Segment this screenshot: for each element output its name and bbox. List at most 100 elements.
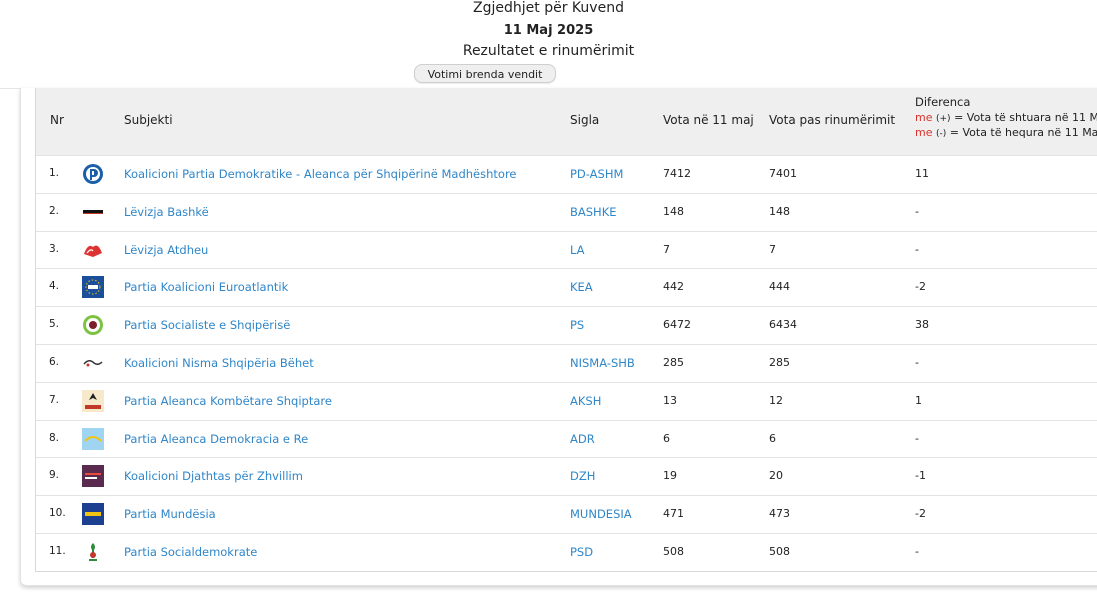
table-row: 4. Partia Koalicioni Euroatlantik KEA 442 44… bbox=[36, 268, 1097, 306]
column-header-subjekti: Subjekti bbox=[124, 113, 173, 127]
kea-logo-icon bbox=[82, 276, 104, 299]
votes-after-recount: 473 bbox=[769, 507, 790, 521]
vote-difference: - bbox=[915, 356, 919, 369]
votes-after-recount: 6 bbox=[769, 431, 776, 445]
election-title: Zgjedhjet për Kuvend bbox=[473, 0, 624, 16]
row-number: 4. bbox=[49, 280, 60, 293]
votes-after-recount: 7 bbox=[769, 242, 776, 256]
legend-added-sign: (+) bbox=[935, 114, 951, 124]
table-row: 5. Partia Socialiste e Shqipërisë PS 6472 64… bbox=[36, 306, 1097, 344]
table-row: 6. Koalicioni Nisma Shqipëria Bëhet NISMA-… bbox=[36, 344, 1097, 382]
votes-after-recount: 285 bbox=[769, 356, 790, 369]
party-acronym-link[interactable]: DZH bbox=[570, 469, 595, 483]
vote-difference: -2 bbox=[915, 507, 926, 521]
party-name-link[interactable]: Koalicioni Partia Demokratike - Aleanca … bbox=[124, 167, 517, 181]
vote-difference: 38 bbox=[915, 318, 929, 332]
row-number: 6. bbox=[49, 356, 60, 368]
party-acronym-link[interactable]: ADR bbox=[570, 432, 595, 446]
party-acronym-link[interactable]: LA bbox=[570, 243, 585, 257]
party-name-link[interactable]: Partia Aleanca Demokracia e Re bbox=[124, 432, 308, 446]
votes-after-recount: 7401 bbox=[769, 167, 797, 180]
ps-logo-icon bbox=[82, 314, 104, 336]
column-header-nr: Nr bbox=[50, 113, 64, 127]
votes-may-11: 285 bbox=[663, 356, 684, 369]
votes-may-11: 19 bbox=[663, 469, 677, 483]
party-name-link[interactable]: Koalicioni Nisma Shqipëria Bëhet bbox=[124, 356, 314, 370]
table-row: 1. Koalicioni Partia Demokratike - Aleanc… bbox=[36, 155, 1097, 193]
votes-after-recount: 20 bbox=[769, 469, 783, 483]
table-row: 11. Partia Socialdemokrate PSD 508 508 - bbox=[36, 533, 1097, 571]
legend-added-prefix: me bbox=[915, 111, 933, 124]
vote-difference: - bbox=[915, 204, 919, 218]
page-header: Zgjedhjet për Kuvend 11 Maj 2025 Rezulta… bbox=[0, 0, 1097, 89]
table-row: 9. Koalicioni Djathtas për Zhvillim DZH 19 2… bbox=[36, 457, 1097, 495]
vote-difference: 11 bbox=[915, 167, 929, 180]
votes-after-recount: 12 bbox=[769, 393, 783, 407]
party-name-link[interactable]: Lëvizja Atdheu bbox=[124, 243, 208, 257]
column-header-sigla: Sigla bbox=[570, 113, 600, 127]
party-name-link[interactable]: Partia Socialdemokrate bbox=[124, 545, 257, 559]
la-logo-icon bbox=[82, 239, 104, 261]
results-table: Nr Subjekti Sigla Vota në 11 maj Vota pa… bbox=[35, 88, 1097, 572]
legend-added-text: = Vota të shtuara në 11 Maj bbox=[954, 111, 1097, 124]
votes-may-11: 442 bbox=[663, 280, 684, 294]
legend-removed-prefix: me bbox=[915, 126, 933, 139]
vote-difference: - bbox=[915, 242, 919, 256]
votes-after-recount: 6434 bbox=[769, 318, 797, 332]
votes-after-recount: 444 bbox=[769, 280, 790, 294]
votes-may-11: 471 bbox=[663, 507, 684, 521]
vote-difference: - bbox=[915, 545, 919, 558]
results-card: Nr Subjekti Sigla Vota në 11 maj Vota pa… bbox=[20, 88, 1097, 586]
party-name-link[interactable]: Koalicioni Djathtas për Zhvillim bbox=[124, 469, 303, 483]
votes-may-11: 6472 bbox=[663, 318, 691, 332]
party-acronym-link[interactable]: NISMA-SHB bbox=[570, 356, 635, 370]
party-name-link[interactable]: Partia Mundësia bbox=[124, 507, 216, 521]
election-date: 11 Maj 2025 bbox=[503, 23, 594, 38]
column-header-vota-pas-rinumerimit: Vota pas rinumërimit bbox=[769, 113, 896, 127]
votes-may-11: 13 bbox=[663, 393, 677, 407]
vote-difference: -1 bbox=[915, 469, 926, 483]
votes-may-11: 148 bbox=[663, 204, 684, 218]
nisma-logo-icon bbox=[82, 352, 104, 374]
row-number: 5. bbox=[49, 318, 60, 331]
party-acronym-link[interactable]: AKSH bbox=[570, 394, 601, 408]
party-name-link[interactable]: Partia Koalicioni Euroatlantik bbox=[124, 280, 288, 294]
table-row: 7. Partia Aleanca Kombëtare Shqiptare AKSH… bbox=[36, 381, 1097, 420]
party-name-link[interactable]: Partia Socialiste e Shqipërisë bbox=[124, 318, 290, 332]
results-subtitle: Rezultatet e rinumërimit bbox=[462, 43, 635, 59]
votes-after-recount: 148 bbox=[769, 204, 790, 218]
column-header-vota-11-maj: Vota në 11 maj bbox=[663, 113, 754, 127]
legend-removed-text: = Vota të hequra në 11 Maj 2025 bbox=[949, 126, 1097, 139]
legend-added: me (+) = Vota të shtuara në 11 Maj bbox=[915, 111, 1097, 124]
party-acronym-link[interactable]: PSD bbox=[570, 545, 593, 559]
row-number: 11. bbox=[49, 545, 66, 557]
pd-logo-icon bbox=[82, 163, 104, 185]
psd-logo-icon bbox=[82, 541, 104, 563]
party-acronym-link[interactable]: PS bbox=[570, 318, 584, 332]
aksh-logo-icon bbox=[82, 389, 104, 412]
votes-may-11: 7412 bbox=[663, 167, 691, 180]
row-number: 10. bbox=[49, 507, 66, 520]
row-number: 8. bbox=[49, 431, 60, 444]
party-acronym-link[interactable]: KEA bbox=[570, 280, 593, 294]
adr-logo-icon bbox=[82, 427, 104, 450]
party-acronym-link[interactable]: PD-ASHM bbox=[570, 167, 623, 181]
bashke-logo-icon bbox=[82, 201, 104, 223]
party-name-link[interactable]: Partia Aleanca Kombëtare Shqiptare bbox=[124, 394, 332, 408]
legend-removed-sign: (-) bbox=[935, 129, 947, 139]
table-row: 3. Lëvizja Atdheu LA 7 7 - bbox=[36, 230, 1097, 269]
row-number: 7. bbox=[49, 393, 60, 406]
row-number: 1. bbox=[49, 167, 60, 179]
legend-removed: me (-) = Vota të hequra në 11 Maj 2025 bbox=[915, 126, 1097, 139]
vote-difference: - bbox=[915, 431, 919, 445]
party-name-link[interactable]: Lëvizja Bashkë bbox=[124, 205, 209, 219]
dzh-logo-icon bbox=[82, 465, 104, 488]
table-row: 10. Partia Mundësia MUNDESIA 471 473 -2 bbox=[36, 495, 1097, 533]
row-number: 3. bbox=[49, 242, 60, 255]
diferenca-title: Diferenca bbox=[915, 95, 971, 109]
domestic-voting-toggle-button[interactable]: Votimi brenda vendit bbox=[414, 64, 556, 83]
row-number: 2. bbox=[49, 204, 60, 217]
party-acronym-link[interactable]: BASHKE bbox=[570, 205, 617, 219]
table-header: Nr Subjekti Sigla Vota në 11 maj Vota pa… bbox=[36, 88, 1097, 155]
party-acronym-link[interactable]: MUNDESIA bbox=[570, 507, 632, 521]
